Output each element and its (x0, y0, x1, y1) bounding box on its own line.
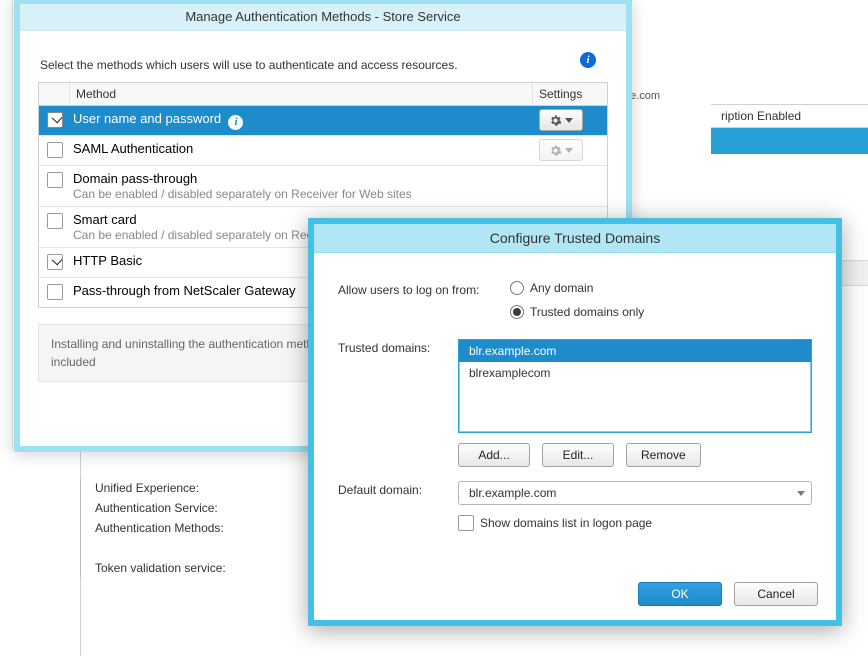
cropped-left-strip (0, 0, 13, 450)
method-sublabel: Can be enabled / disabled separately on … (73, 187, 527, 201)
col-settings: Settings (533, 83, 607, 105)
show-domains-label: Show domains list in logon page (480, 516, 652, 530)
gear-icon (549, 114, 562, 127)
default-domain-select[interactable]: blr.example.com (458, 481, 812, 505)
edit-button[interactable]: Edit... (542, 443, 614, 467)
table-header: Method Settings (39, 83, 607, 106)
remove-button[interactable]: Remove (626, 443, 701, 467)
radio-trusted-only[interactable]: Trusted domains only (510, 305, 812, 319)
default-domain-label: Default domain: (338, 481, 458, 497)
bg-column-header: ription Enabled (711, 104, 868, 153)
radio-icon (510, 305, 524, 319)
details-unified-experience: Unified Experience: (95, 478, 335, 498)
checkbox[interactable] (47, 284, 63, 300)
col-method: Method (70, 83, 533, 105)
trusted-domains-title: Configure Trusted Domains (314, 224, 836, 253)
checkbox[interactable] (47, 213, 63, 229)
show-domains-checkbox[interactable]: Show domains list in logon page (458, 515, 812, 531)
details-token-validation: Token validation service: (95, 558, 335, 578)
settings-button[interactable] (539, 109, 583, 131)
cancel-button[interactable]: Cancel (734, 582, 818, 606)
trusted-domains-label: Trusted domains: (338, 339, 458, 355)
list-item[interactable]: blrexamplecom (459, 362, 811, 384)
method-label: Pass-through from NetScaler Gateway (73, 283, 296, 298)
combo-value: blr.example.com (469, 486, 556, 500)
radio-icon (510, 281, 524, 295)
row-domain-passthrough[interactable]: Domain pass-through Can be enabled / dis… (39, 166, 607, 207)
chevron-down-icon (565, 118, 573, 123)
method-label: Domain pass-through (73, 171, 527, 186)
radio-any-domain[interactable]: Any domain (510, 281, 812, 295)
chevron-down-icon (797, 491, 805, 496)
checkbox[interactable] (47, 142, 63, 158)
manage-auth-title: Manage Authentication Methods - Store Se… (20, 4, 626, 31)
method-label: HTTP Basic (73, 253, 142, 268)
allow-logon-label: Allow users to log on from: (338, 281, 510, 297)
bg-selected-row-band (711, 128, 868, 154)
manage-auth-intro: Select the methods which users will use … (40, 58, 458, 72)
trusted-domains-dialog: Configure Trusted Domains Allow users to… (308, 218, 842, 626)
checkbox[interactable] (47, 172, 63, 188)
checkbox[interactable] (47, 112, 63, 128)
details-panel: Unified Experience: Authentication Servi… (80, 478, 335, 578)
settings-button[interactable] (539, 139, 583, 161)
list-item[interactable]: blr.example.com (459, 340, 811, 362)
checkbox[interactable] (458, 515, 474, 531)
add-button[interactable]: Add... (458, 443, 530, 467)
bg-column-title: ription Enabled (711, 105, 868, 128)
radio-label: Any domain (530, 281, 593, 295)
checkbox[interactable] (47, 254, 63, 270)
chevron-down-icon (565, 148, 573, 153)
radio-label: Trusted domains only (530, 305, 644, 319)
method-label: SAML Authentication (73, 141, 193, 156)
info-icon[interactable]: i (228, 115, 243, 130)
ok-button[interactable]: OK (638, 582, 722, 606)
row-username-password[interactable]: User name and password i (39, 106, 607, 136)
details-auth-service: Authentication Service: (95, 498, 335, 518)
details-auth-methods: Authentication Methods: (95, 518, 335, 538)
row-saml-auth[interactable]: SAML Authentication (39, 136, 607, 166)
info-icon[interactable]: i (580, 52, 596, 68)
trusted-domains-list[interactable]: blr.example.com blrexamplecom (458, 339, 812, 433)
method-label: User name and password (73, 111, 221, 126)
gear-icon (549, 144, 562, 157)
